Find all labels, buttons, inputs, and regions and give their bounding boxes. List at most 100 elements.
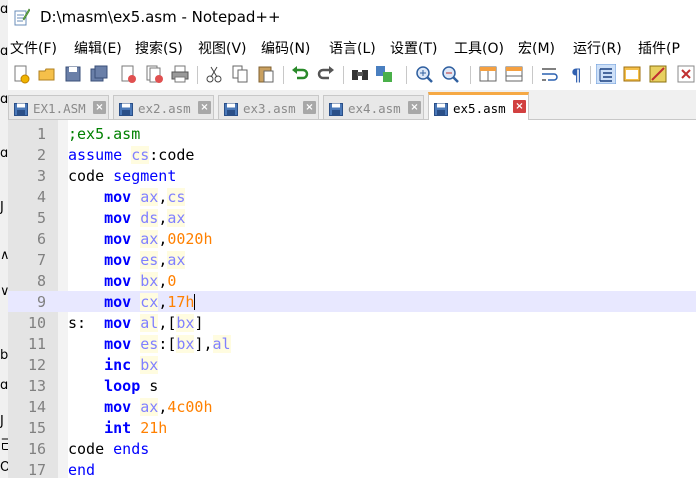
- code-text: int 21h: [68, 419, 167, 437]
- code-editor[interactable]: 1 ;ex5.asm 2 assume cs:code 3 code segment 4 m…: [8, 120, 696, 480]
- close-tab-icon[interactable]: ×: [513, 100, 526, 113]
- code-line[interactable]: 7 mov es,ax: [8, 249, 696, 270]
- show-all-chars-icon[interactable]: ¶: [566, 64, 586, 84]
- code-line[interactable]: 9 mov cx,17h: [8, 291, 696, 312]
- code-token-plain: code: [68, 167, 114, 185]
- zoom-in-icon[interactable]: [414, 64, 434, 84]
- close-tab-icon[interactable]: ×: [93, 101, 106, 114]
- close-tab-icon[interactable]: ×: [198, 101, 211, 114]
- code-token-plain: :[: [158, 335, 177, 353]
- code-line[interactable]: 3 code segment: [8, 165, 696, 186]
- macro-close-icon[interactable]: [676, 64, 696, 84]
- code-token-dir: segment: [113, 167, 177, 185]
- save-all-icon[interactable]: [89, 64, 109, 84]
- replace-icon[interactable]: [374, 64, 394, 84]
- code-token-instr: mov: [104, 272, 132, 290]
- menu-item-5[interactable]: 语言(L): [329, 38, 376, 58]
- code-token-plain: code: [68, 440, 114, 458]
- code-line[interactable]: 14 mov ax,4c00h: [8, 396, 696, 417]
- code-text: mov cx,17h: [68, 293, 196, 311]
- undo-icon[interactable]: [290, 64, 310, 84]
- code-token-reg: es: [140, 335, 159, 353]
- toolbar-separator: [197, 66, 198, 84]
- code-line[interactable]: 2 assume cs:code: [8, 144, 696, 165]
- code-line[interactable]: 12 inc bx: [8, 354, 696, 375]
- code-line[interactable]: 1 ;ex5.asm: [8, 123, 696, 144]
- open-file-icon[interactable]: [37, 64, 57, 84]
- code-token-num: 21h: [140, 419, 168, 437]
- sync-horizontal-icon[interactable]: [504, 64, 524, 84]
- tab-ex4-asm[interactable]: ex4.asm ×: [323, 95, 424, 119]
- code-line[interactable]: 11 mov es:[bx],al: [8, 333, 696, 354]
- code-line[interactable]: 17 end: [8, 459, 696, 480]
- left-edge-glyph: ∧: [0, 248, 8, 263]
- menu-item-0[interactable]: 文件(F): [10, 38, 57, 58]
- menu-item-7[interactable]: 工具(O): [454, 38, 504, 58]
- close-all-icon[interactable]: [144, 64, 164, 84]
- code-line[interactable]: 16 code ends: [8, 438, 696, 459]
- tab-ex2-asm[interactable]: ex2.asm ×: [113, 95, 214, 119]
- indent-guide-icon[interactable]: [596, 64, 616, 84]
- close-tab-icon[interactable]: ×: [303, 101, 316, 114]
- code-line[interactable]: 4 mov ax,cs: [8, 186, 696, 207]
- code-line[interactable]: 10 s: mov al,[bx]: [8, 312, 696, 333]
- function-list-icon[interactable]: [648, 64, 668, 84]
- tab-ex1-asm[interactable]: EX1.ASM ×: [8, 95, 109, 119]
- code-line[interactable]: 5 mov ds,ax: [8, 207, 696, 228]
- close-icon[interactable]: [118, 64, 138, 84]
- code-text: mov ax,0020h: [68, 230, 213, 248]
- code-line[interactable]: 8 mov bx,0: [8, 270, 696, 291]
- print-icon[interactable]: [170, 64, 190, 84]
- left-window-edge: ɑ ɑ ɑ ɑ J ∧ ∨ b ɑ J 己 O: [0, 0, 8, 478]
- find-icon[interactable]: [350, 64, 370, 84]
- doc-map-icon[interactable]: [622, 64, 642, 84]
- redo-icon[interactable]: [316, 64, 336, 84]
- word-wrap-icon[interactable]: [540, 64, 560, 84]
- code-text: mov bx,0: [68, 272, 176, 290]
- menu-item-8[interactable]: 宏(M): [518, 38, 555, 58]
- line-number: 2: [36, 146, 46, 164]
- new-file-icon[interactable]: [11, 64, 31, 84]
- menu-item-4[interactable]: 编码(N): [261, 38, 310, 58]
- paste-icon[interactable]: [256, 64, 276, 84]
- zoom-out-icon[interactable]: [440, 64, 460, 84]
- tab-ex5-asm[interactable]: ex5.asm ×: [428, 92, 529, 120]
- tab-label: EX1.ASM: [33, 101, 86, 116]
- code-text: loop s: [68, 377, 158, 395]
- left-edge-glyph: ɑ: [0, 44, 8, 59]
- line-number: 7: [36, 251, 46, 269]
- code-line[interactable]: 15 int 21h: [8, 417, 696, 438]
- menu-item-2[interactable]: 搜索(S): [135, 38, 183, 58]
- sync-vertical-icon[interactable]: [478, 64, 498, 84]
- code-token-instr: mov: [104, 188, 132, 206]
- code-token-plain: ,: [158, 398, 168, 416]
- close-tab-icon[interactable]: ×: [408, 101, 421, 114]
- copy-icon[interactable]: [230, 64, 250, 84]
- code-line[interactable]: 13 loop s: [8, 375, 696, 396]
- code-token-instr: mov: [104, 293, 132, 311]
- left-edge-glyph: 己: [0, 438, 8, 453]
- tab-ex3-asm[interactable]: ex3.asm ×: [218, 95, 319, 119]
- code-token-plain: s: [140, 377, 159, 395]
- toolbar-separator: [532, 66, 533, 84]
- menu-item-10[interactable]: 插件(P: [638, 38, 680, 58]
- save-icon[interactable]: [63, 64, 83, 84]
- code-token-reg: bx: [140, 356, 159, 374]
- code-token-reg: cs: [131, 146, 150, 164]
- code-token-instr: mov: [104, 209, 132, 227]
- text-caret: [194, 294, 196, 310]
- menu-item-1[interactable]: 编辑(E): [74, 38, 122, 58]
- code-line[interactable]: 6 mov ax,0020h: [8, 228, 696, 249]
- code-text: inc bx: [68, 356, 159, 374]
- code-text: code segment: [68, 167, 176, 185]
- code-token-dir: ends: [113, 440, 150, 458]
- menu-item-3[interactable]: 视图(V): [198, 38, 247, 58]
- code-token-instr: mov: [104, 314, 132, 332]
- cut-icon[interactable]: [204, 64, 224, 84]
- menu-item-9[interactable]: 运行(R): [573, 38, 622, 58]
- menu-item-6[interactable]: 设置(T): [390, 38, 437, 58]
